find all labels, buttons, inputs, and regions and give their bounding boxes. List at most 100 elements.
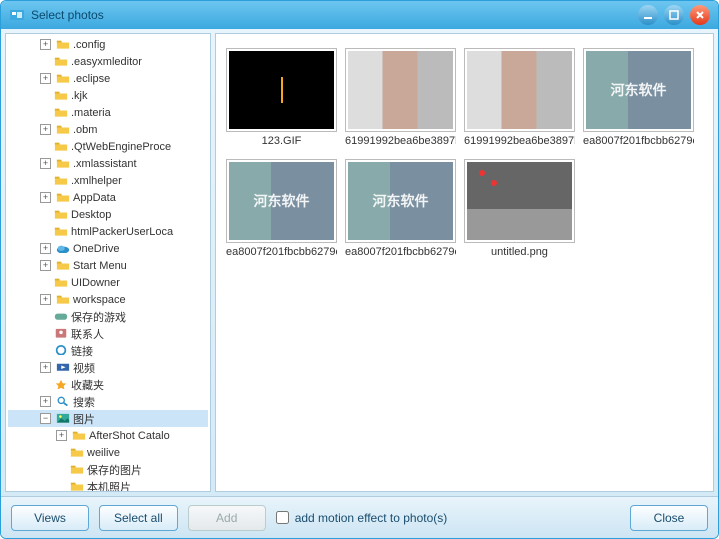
- tree-label: weilive: [87, 447, 120, 459]
- tree-node-8[interactable]: .xmlhelper: [8, 172, 208, 189]
- tree-node-16[interactable]: 保存的游戏: [8, 308, 208, 325]
- expand-icon[interactable]: +: [40, 158, 51, 169]
- thumbnail-item[interactable]: 123.GIF: [226, 48, 337, 149]
- thumbnail-image: [226, 159, 337, 243]
- tree-node-4[interactable]: .materia: [8, 104, 208, 121]
- titlebar[interactable]: Select photos: [1, 1, 718, 29]
- expand-icon[interactable]: +: [40, 396, 51, 407]
- tree-label: .xmlhelper: [71, 175, 122, 187]
- tree-label: 保存的图片: [87, 462, 142, 478]
- select-all-button[interactable]: Select all: [99, 505, 178, 531]
- tree-label: Desktop: [71, 209, 111, 221]
- tree-label: UIDowner: [71, 277, 120, 289]
- thumbnail-item[interactable]: untitled.png: [464, 159, 575, 260]
- tree-node-1[interactable]: .easyxmleditor: [8, 53, 208, 70]
- tree-node-9[interactable]: + AppData: [8, 189, 208, 206]
- thumbnail-image: [464, 48, 575, 132]
- expand-icon[interactable]: +: [40, 243, 51, 254]
- views-button[interactable]: Views: [11, 505, 89, 531]
- minimize-button[interactable]: [638, 5, 658, 25]
- expand-icon[interactable]: +: [40, 192, 51, 203]
- tree-node-13[interactable]: + Start Menu: [8, 257, 208, 274]
- tree-node-19[interactable]: + 视频: [8, 359, 208, 376]
- thumbnail-name: 123.GIF: [226, 135, 337, 149]
- thumbnail-image: [583, 48, 694, 132]
- motion-effect-checkbox[interactable]: add motion effect to photo(s): [276, 511, 448, 525]
- thumbnail-item[interactable]: ea8007f201fbcbb6279e195b68d7e944...: [583, 48, 694, 149]
- tree-label: AppData: [73, 192, 116, 204]
- tree-label: .kjk: [71, 90, 88, 102]
- tree-label: .materia: [71, 107, 111, 119]
- tree-label: 保存的游戏: [71, 309, 126, 325]
- tree-node-5[interactable]: + .obm: [8, 121, 208, 138]
- tree-node-24[interactable]: weilive: [8, 444, 208, 461]
- tree-node-22[interactable]: −图片: [8, 410, 208, 427]
- thumbnail-name: ea8007f201fbcbb6279e195b68d7e944...: [226, 246, 337, 260]
- expand-icon[interactable]: +: [40, 260, 51, 271]
- tree-node-0[interactable]: + .config: [8, 36, 208, 53]
- tree-node-26[interactable]: 本机照片: [8, 478, 208, 492]
- expand-icon[interactable]: +: [40, 124, 51, 135]
- thumbnail-image: [345, 48, 456, 132]
- pictures-icon: [56, 413, 70, 425]
- thumbnail-image: [464, 159, 575, 243]
- folder-tree-panel[interactable]: + .config .easyxmleditor +.eclipse .kjk .mate…: [5, 33, 211, 492]
- tree-node-6[interactable]: .QtWebEngineProce: [8, 138, 208, 155]
- thumbnail-item[interactable]: 61991992bea6be3897b7c02e2dc6901...: [345, 48, 456, 149]
- tree-node-14[interactable]: UIDowner: [8, 274, 208, 291]
- folder-icon: [56, 73, 70, 85]
- folder-icon: [56, 124, 70, 136]
- folder-icon: [56, 192, 70, 204]
- thumbnail-item[interactable]: ea8007f201fbcbb6279e195b68d7e944...: [345, 159, 456, 260]
- expand-icon[interactable]: +: [40, 362, 51, 373]
- tree-label: 联系人: [71, 326, 104, 342]
- tree-label: .xmlassistant: [73, 158, 137, 170]
- tree-label: Start Menu: [73, 260, 127, 272]
- thumbnails-panel[interactable]: 123.GIF 61991992bea6be3897b7c02e2dc6901..…: [215, 33, 714, 492]
- tree-node-10[interactable]: Desktop: [8, 206, 208, 223]
- folder-icon: [72, 430, 86, 442]
- folder-icon: [54, 277, 68, 289]
- folder-icon: [54, 226, 68, 238]
- tree-label: AfterShot Catalo: [89, 430, 170, 442]
- tree-label: 视频: [73, 360, 95, 376]
- folder-icon: [54, 175, 68, 187]
- expand-icon[interactable]: +: [56, 430, 67, 441]
- footer: Views Select all Add add motion effect t…: [1, 496, 718, 538]
- folder-icon: [56, 260, 70, 272]
- tree-node-21[interactable]: +搜索: [8, 393, 208, 410]
- add-button[interactable]: Add: [188, 505, 266, 531]
- tree-node-12[interactable]: +OneDrive: [8, 240, 208, 257]
- window-title: Select photos: [31, 8, 104, 22]
- tree-node-7[interactable]: + .xmlassistant: [8, 155, 208, 172]
- tree-label: .obm: [73, 124, 97, 136]
- tree-node-11[interactable]: htmlPackerUserLoca: [8, 223, 208, 240]
- links-icon: [54, 345, 68, 357]
- tree-node-2[interactable]: +.eclipse: [8, 70, 208, 87]
- thumbnail-item[interactable]: ea8007f201fbcbb6279e195b68d7e944...: [226, 159, 337, 260]
- tree-node-18[interactable]: 链接: [8, 342, 208, 359]
- tree-node-20[interactable]: 收藏夹: [8, 376, 208, 393]
- motion-effect-input[interactable]: [276, 511, 289, 524]
- expand-icon[interactable]: +: [40, 294, 51, 305]
- favorites-icon: [54, 379, 68, 391]
- thumbnail-name: ea8007f201fbcbb6279e195b68d7e944...: [583, 135, 694, 149]
- close-button[interactable]: [690, 5, 710, 25]
- thumbnail-item[interactable]: 61991992bea6be3897b7c02e2dc6901...: [464, 48, 575, 149]
- thumbnail-name: 61991992bea6be3897b7c02e2dc6901...: [345, 135, 456, 149]
- tree-node-23[interactable]: + AfterShot Catalo: [8, 427, 208, 444]
- body: + .config .easyxmleditor +.eclipse .kjk .mate…: [1, 29, 718, 496]
- tree-node-15[interactable]: +workspace: [8, 291, 208, 308]
- games-icon: [54, 311, 68, 323]
- expand-icon[interactable]: +: [40, 73, 51, 84]
- tree-label: .easyxmleditor: [71, 56, 142, 68]
- tree-node-3[interactable]: .kjk: [8, 87, 208, 104]
- tree-label: .config: [73, 39, 105, 51]
- folder-icon: [54, 209, 68, 221]
- expand-icon[interactable]: −: [40, 413, 51, 424]
- tree-node-25[interactable]: 保存的图片: [8, 461, 208, 478]
- maximize-button[interactable]: [664, 5, 684, 25]
- tree-node-17[interactable]: 联系人: [8, 325, 208, 342]
- expand-icon[interactable]: +: [40, 39, 51, 50]
- close-footer-button[interactable]: Close: [630, 505, 708, 531]
